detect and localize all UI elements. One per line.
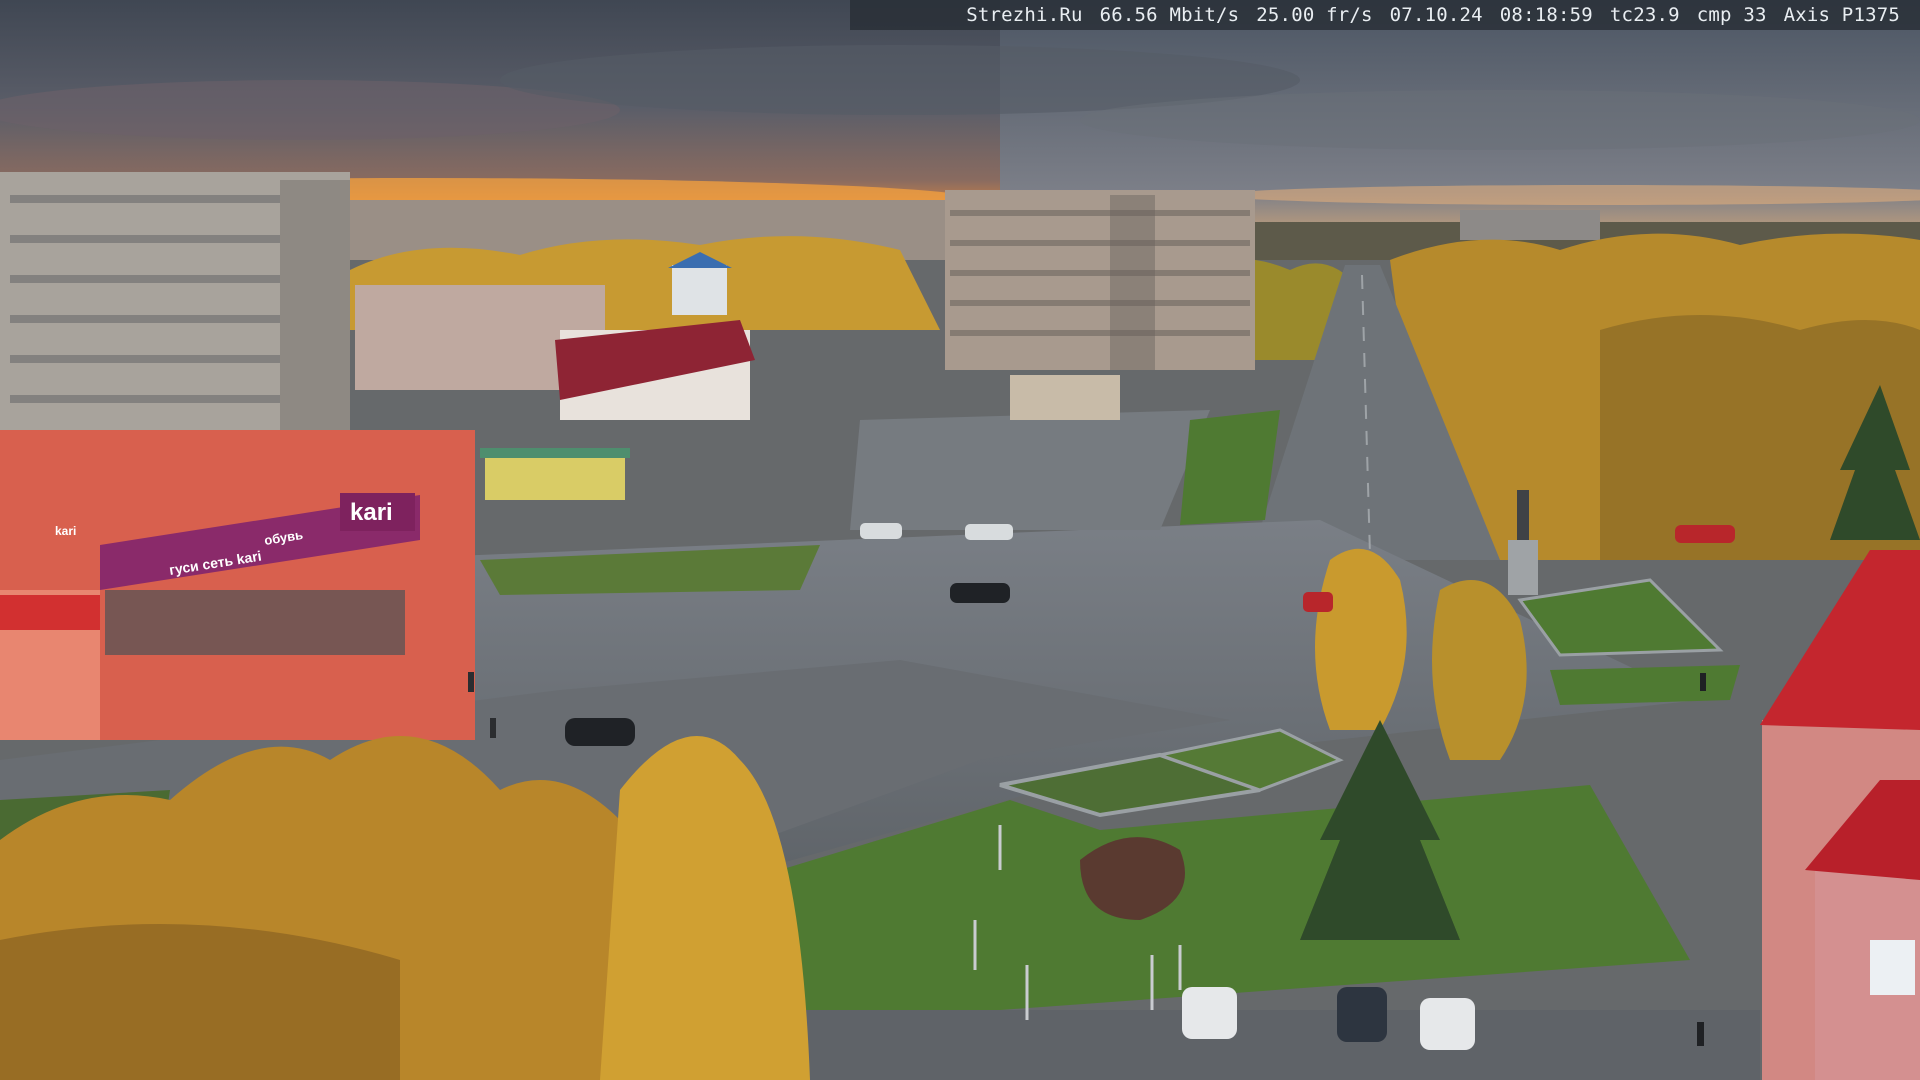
overlay-framerate: 25.00 fr/s <box>1256 4 1373 26</box>
foreground-tree-shadow <box>0 924 400 1080</box>
store-side-sign: kari <box>55 524 76 538</box>
car-red <box>1303 592 1333 612</box>
store-red-band <box>0 595 100 630</box>
overlay-bitrate: 66.56 Mbit/s <box>1099 4 1240 26</box>
center-tower <box>1110 195 1155 370</box>
bottom-parking <box>800 1010 1760 1080</box>
car <box>565 718 635 746</box>
birch-yellow-2 <box>1432 580 1527 760</box>
car <box>950 583 1010 603</box>
lawn-right-2 <box>1550 665 1740 705</box>
far-building <box>1460 210 1600 240</box>
kiosk-roof <box>480 448 630 458</box>
overlay-cmp: cmp 33 <box>1696 4 1767 26</box>
pink-building-window <box>1870 940 1915 995</box>
green-kiosk <box>485 455 625 500</box>
pedestrian <box>1700 673 1706 691</box>
pedestrian <box>1697 1022 1704 1046</box>
car-white <box>1420 998 1475 1050</box>
overlay-camera: Axis P1375 <box>1783 4 1900 26</box>
birch-yellow <box>1315 548 1407 730</box>
center-apartment <box>945 190 1255 370</box>
overlay-date: 07.10.24 <box>1389 4 1483 26</box>
lawn-mid <box>1180 410 1280 525</box>
store-windows <box>105 590 405 655</box>
pedestrian <box>490 718 496 738</box>
camera-info-overlay: Strezhi.Ru 66.56 Mbit/s 25.00 fr/s 07.10.24… <box>850 0 1920 30</box>
overlay-tc: tc23.9 <box>1609 4 1680 26</box>
overlay-time: 08:18:59 <box>1499 4 1593 26</box>
monument-pedestal <box>1508 540 1538 595</box>
upper-parking <box>850 410 1210 530</box>
car <box>965 524 1013 540</box>
monument-statue <box>1517 490 1529 540</box>
store-logo: kari <box>350 499 393 526</box>
tower-blue-roof <box>672 265 727 315</box>
car-dark <box>1337 987 1387 1042</box>
car <box>860 523 902 539</box>
pedestrian <box>468 672 474 692</box>
car-white <box>1182 987 1237 1039</box>
cloud <box>1080 90 1920 150</box>
low-building <box>1010 375 1120 420</box>
car-red <box>1675 525 1735 543</box>
overlay-site: Strezhi.Ru <box>966 4 1083 26</box>
webcam-scene: kari гуси сеть kari обувь kari <box>0 0 1920 1080</box>
